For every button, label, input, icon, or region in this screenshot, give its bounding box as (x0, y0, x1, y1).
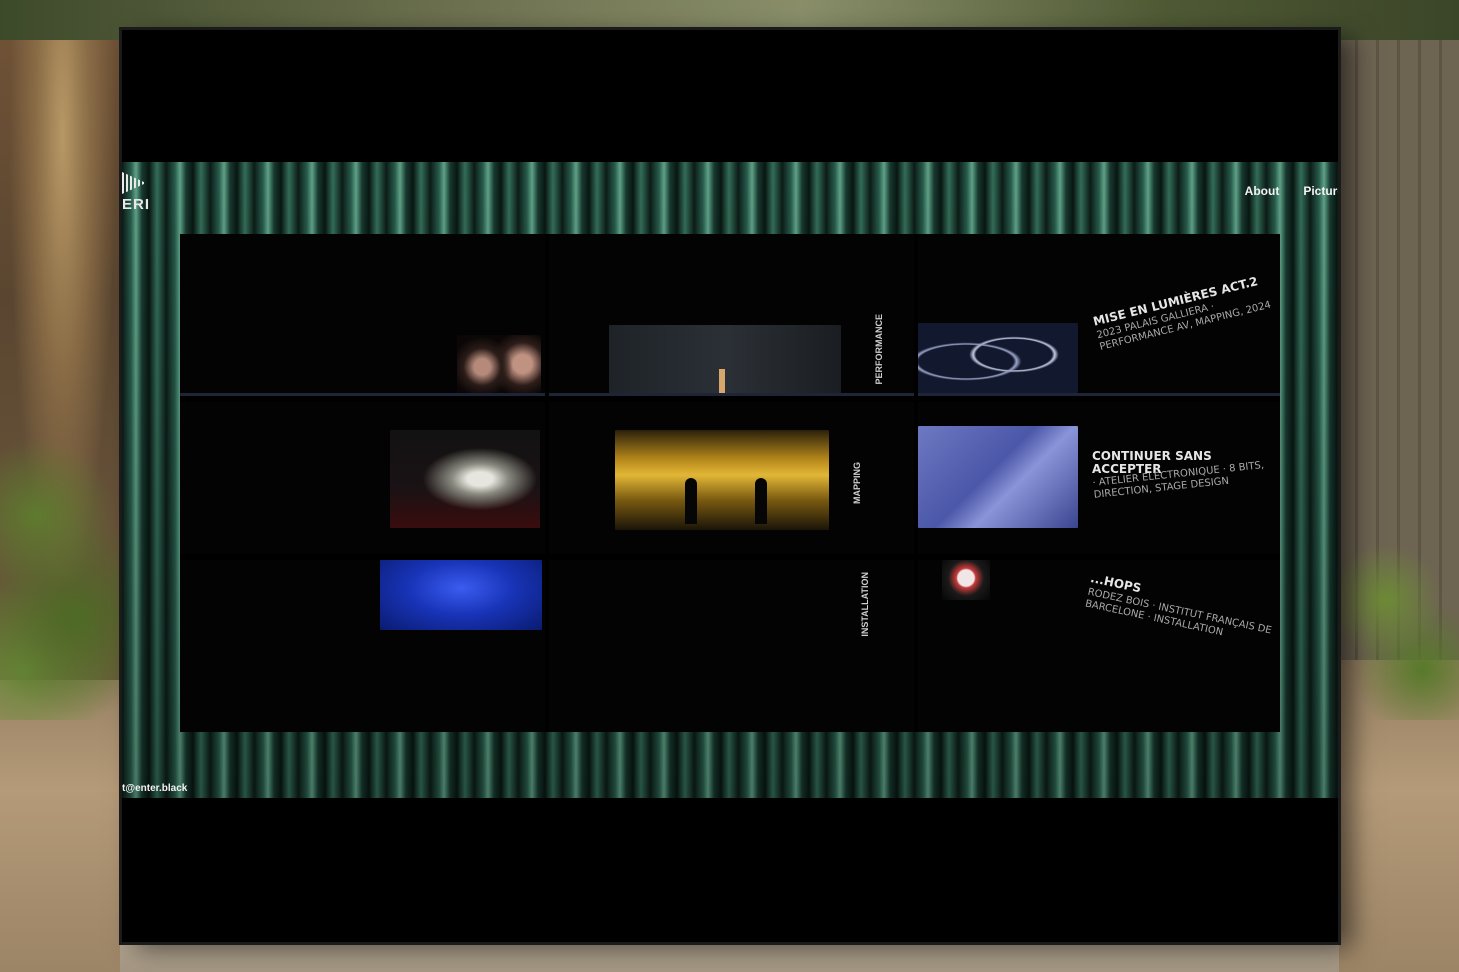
main-nav: About Picture (1245, 184, 1338, 198)
project-caption: Continuer sans accepter · Atelier Electr… (1092, 450, 1280, 502)
logo-arrow-icon (122, 172, 146, 194)
project-tile[interactable] (180, 234, 545, 396)
project-thumbnail (457, 335, 541, 393)
project-tile[interactable]: Installation (549, 560, 914, 732)
project-thumbnail (918, 323, 1078, 393)
project-gallery: Performance Mise en Lumières Act.2 2023 … (180, 234, 1280, 732)
project-thumbnail (918, 426, 1078, 528)
project-tile[interactable]: Performance (549, 234, 914, 396)
screen-frame: ERI About Picture Performance Mise en Lu… (122, 30, 1338, 942)
logo-text: ERI (122, 196, 151, 213)
project-tile[interactable] (180, 560, 545, 732)
site-logo[interactable]: ERI (122, 172, 150, 213)
website-viewport: ERI About Picture Performance Mise en Lu… (122, 162, 1338, 798)
nav-about[interactable]: About (1245, 184, 1280, 198)
project-thumbnail (615, 430, 829, 530)
vertical-label: Performance (874, 314, 884, 385)
project-thumbnail (390, 430, 540, 528)
project-tile[interactable]: ...hops Rodez Bois · Institut Français d… (918, 560, 1280, 732)
contact-email-link[interactable]: t@enter.black (122, 783, 187, 794)
project-tile[interactable]: Mise en Lumières Act.2 2023 Palais Galli… (918, 234, 1280, 396)
project-thumbnail (380, 560, 542, 630)
plants-right (1337, 520, 1459, 720)
project-caption: Mise en Lumières Act.2 2023 Palais Galli… (1092, 271, 1280, 354)
project-thumbnail (609, 325, 841, 393)
plants-left (0, 380, 125, 720)
project-thumbnail (942, 560, 990, 600)
vertical-label: Installation (860, 572, 870, 637)
vertical-label: Mapping (852, 462, 862, 505)
project-caption: ...hops Rodez Bois · Institut Français d… (1084, 571, 1276, 649)
project-tile[interactable]: Mapping (549, 402, 914, 554)
nav-picture[interactable]: Picture (1303, 184, 1338, 198)
project-tile[interactable]: Continuer sans accepter · Atelier Electr… (918, 402, 1280, 554)
project-tile[interactable] (180, 402, 545, 554)
